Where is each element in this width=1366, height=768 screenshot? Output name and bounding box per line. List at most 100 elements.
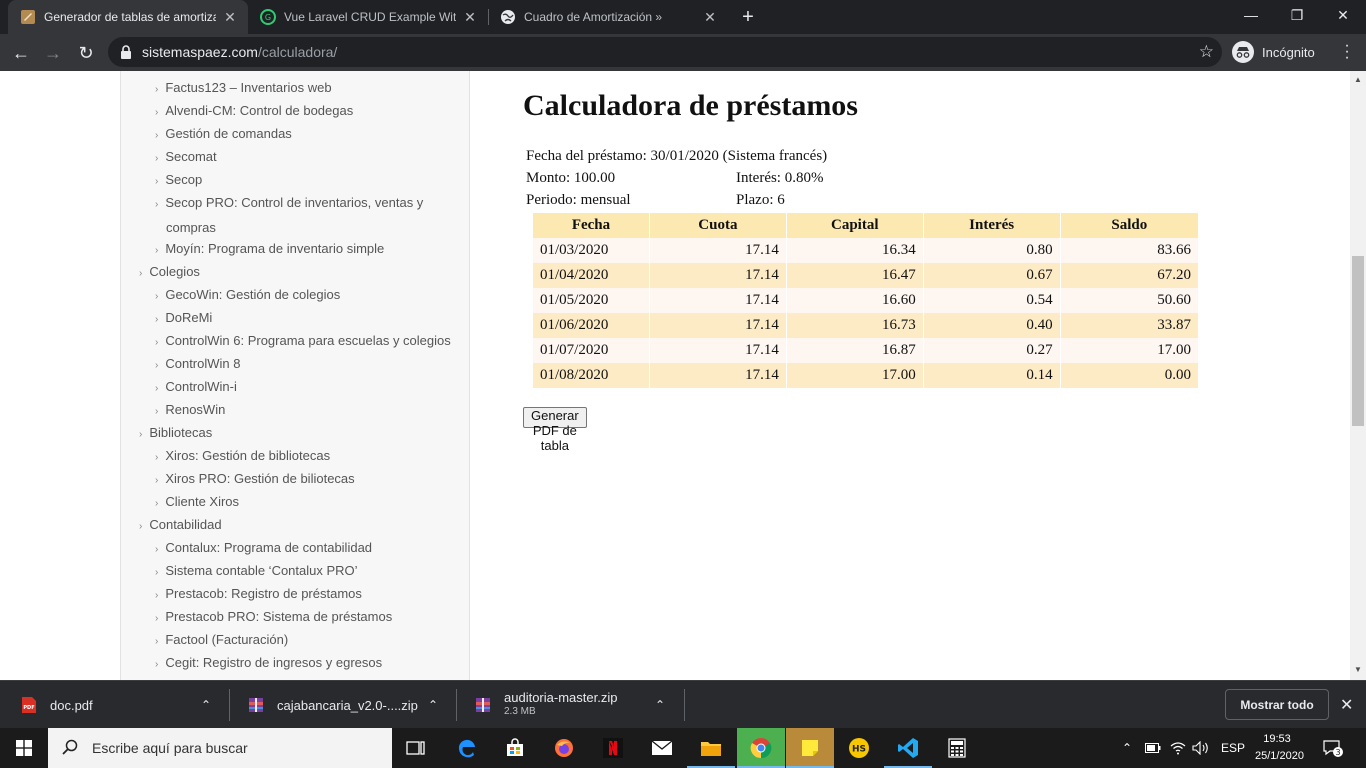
calculator-icon[interactable] — [933, 728, 981, 768]
table-cell-capital: 16.87 — [785, 338, 924, 363]
table-cell-fecha: 01/04/2020 — [532, 263, 650, 288]
sidebar-item[interactable]: › Secop PRO: Control de inventarios, vent… — [155, 191, 423, 239]
sidebar-item[interactable]: › ControlWin-i — [155, 375, 237, 400]
windows-start-icon[interactable] — [0, 728, 48, 768]
input-language[interactable]: ESP — [1221, 728, 1245, 768]
chevron-right-icon: › — [155, 498, 159, 509]
sidebar-item[interactable]: › Prestacob PRO: Sistema de préstamos — [155, 605, 392, 630]
chevron-right-icon: › — [155, 567, 159, 578]
download-item-doc-pdf[interactable]: PDF doc.pdf ⌃ — [20, 681, 220, 729]
scroll-down-arrow-icon[interactable]: ▼ — [1354, 665, 1362, 674]
address-bar[interactable]: sistemaspaez.com/calculadora/ ☆ — [108, 37, 1222, 67]
new-tab-icon[interactable]: + — [737, 6, 759, 28]
system-clock[interactable]: 19:53 25/1/2020 — [1255, 731, 1304, 765]
sidebar-item[interactable]: › Alvendi-CM: Control de bodegas — [155, 99, 353, 124]
wifi-icon[interactable] — [1170, 728, 1186, 768]
page-scrollbar[interactable]: ▲ ▼ — [1350, 71, 1366, 680]
sidebar-item-label: Cegit: Registro de ingresos y egresos — [165, 655, 383, 670]
sidebar-item[interactable]: › Xiros: Gestión de bibliotecas — [155, 444, 330, 469]
sidebar-item[interactable]: › Secop — [155, 168, 202, 193]
netflix-icon[interactable] — [589, 728, 637, 768]
chevron-right-icon: › — [139, 268, 143, 279]
sidebar-item[interactable]: › Gestión de comandas — [155, 122, 292, 147]
notification-center-icon[interactable]: 3 — [1322, 728, 1344, 768]
sidebar-item[interactable]: › Contalux: Programa de contabilidad — [155, 536, 372, 561]
file-explorer-icon[interactable] — [687, 728, 735, 768]
search-icon — [62, 739, 78, 758]
sidebar-item[interactable]: › ControlWin 8 — [155, 352, 240, 377]
sidebar-category[interactable]: › Contabilidad — [139, 513, 222, 538]
table-row: 01/08/2020 17.14 17.00 0.14 0.00 — [532, 363, 1198, 388]
download-filename: doc.pdf — [50, 697, 93, 713]
site-favicon-icon — [20, 9, 36, 25]
chevron-up-icon[interactable]: ⌃ — [655, 698, 665, 712]
hs-app-icon[interactable]: HS — [835, 728, 883, 768]
sidebar-category[interactable]: › Colegios — [139, 260, 200, 285]
sidebar-item[interactable]: › Cegit: Registro de ingresos y egresos — [155, 651, 382, 676]
sidebar-item-label: Secop PRO: Control de inventarios, venta… — [165, 195, 424, 210]
chevron-right-icon: › — [155, 659, 159, 670]
sidebar-item[interactable]: › Factool (Facturación) — [155, 628, 288, 653]
chevron-up-icon[interactable]: ⌃ — [428, 698, 438, 712]
sidebar-item[interactable]: › Factus123 – Inventarios web — [155, 76, 332, 101]
tab-strip: Generador de tablas de amortiza ✕ G Vue … — [0, 0, 1366, 34]
minimize-icon[interactable]: — — [1228, 0, 1274, 30]
table-row: 01/04/2020 17.14 16.47 0.67 67.20 — [532, 263, 1198, 288]
volume-icon[interactable] — [1192, 728, 1210, 768]
download-item-auditoria[interactable]: auditoria-master.zip 2.3 MB ⌃ — [474, 681, 674, 729]
firefox-icon[interactable] — [540, 728, 588, 768]
sidebar-item[interactable]: › DoReMi — [155, 306, 212, 331]
sidebar-item[interactable]: › Secomat — [155, 145, 217, 170]
window-close-icon[interactable]: ✕ — [1320, 0, 1366, 30]
sidebar-item[interactable]: › Moyín: Programa de inventario simple — [155, 237, 384, 262]
sidebar-category[interactable]: › Bibliotecas — [139, 421, 212, 446]
scrollbar-thumb[interactable] — [1352, 256, 1364, 426]
more-menu-icon[interactable]: · · · — [1340, 38, 1354, 66]
back-arrow-icon[interactable]: ← — [7, 39, 35, 67]
chrome-icon[interactable] — [737, 728, 785, 768]
loan-amount-info: Monto: 100.00 — [526, 170, 616, 186]
tab-generador[interactable]: Generador de tablas de amortiza ✕ — [8, 0, 248, 34]
table-cell-cuota: 17.14 — [648, 363, 787, 388]
sidebar-item[interactable]: › Xiros PRO: Gestión de biliotecas — [155, 467, 355, 492]
table-cell-capital: 16.47 — [785, 263, 924, 288]
show-hidden-icons-chevron-icon[interactable]: ⌃ — [1122, 728, 1132, 768]
forward-arrow-icon[interactable]: → — [39, 39, 67, 67]
tab-vue-laravel[interactable]: G Vue Laravel CRUD Example With ✕ — [248, 0, 488, 34]
scroll-up-arrow-icon[interactable]: ▲ — [1354, 75, 1362, 84]
vscode-icon[interactable] — [884, 728, 932, 768]
task-view-icon[interactable] — [392, 728, 440, 768]
sidebar-item-label: Moyín: Programa de inventario simple — [165, 241, 385, 256]
globe-icon — [500, 9, 516, 25]
tab-close-icon[interactable]: ✕ — [702, 9, 718, 25]
edge-browser-icon[interactable] — [443, 728, 491, 768]
svg-text:PDF: PDF — [23, 705, 34, 711]
incognito-indicator[interactable]: Incógnito — [1232, 38, 1315, 66]
store-icon[interactable] — [491, 728, 539, 768]
table-cell-cuota: 17.14 — [648, 263, 787, 288]
generate-pdf-button[interactable]: Generar PDF de tabla — [523, 407, 587, 453]
show-all-downloads-button[interactable]: Mostrar todo — [1225, 689, 1329, 720]
sidebar-item[interactable]: › GecoWin: Gestión de colegios — [155, 283, 340, 308]
sidebar-item[interactable]: › Cliente Xiros — [155, 490, 239, 515]
browser-toolbar: ← → ↻ sistemaspaez.com/calculadora/ ☆ In… — [0, 34, 1366, 71]
taskbar-search-box[interactable]: Escribe aquí para buscar — [48, 728, 392, 768]
tab-close-icon[interactable]: ✕ — [222, 9, 238, 25]
sidebar-item[interactable]: › Prestacob: Registro de préstamos — [155, 582, 362, 607]
chevron-up-icon[interactable]: ⌃ — [201, 698, 211, 712]
tab-cuadro-amortizacion[interactable]: Cuadro de Amortización » ✕ — [488, 0, 728, 34]
sidebar-item[interactable]: › RenosWin — [155, 398, 225, 423]
chevron-right-icon: › — [155, 475, 159, 486]
close-shelf-icon[interactable]: ✕ — [1340, 695, 1353, 715]
tab-close-icon[interactable]: ✕ — [462, 9, 478, 25]
restore-icon[interactable]: ❐ — [1274, 0, 1320, 30]
battery-icon[interactable] — [1145, 728, 1161, 768]
download-item-cajabancaria[interactable]: cajabancaria_v2.0-....zip ⌃ — [247, 681, 447, 729]
bookmark-star-icon[interactable]: ☆ — [1199, 42, 1214, 62]
sticky-notes-icon[interactable] — [786, 728, 834, 768]
sidebar-item-label: Secop — [165, 172, 203, 187]
sidebar-item[interactable]: › Sistema contable ‘Contalux PRO’ — [155, 559, 358, 584]
sidebar-item[interactable]: › ControlWin 6: Programa para escuelas y … — [155, 329, 451, 354]
mail-icon[interactable] — [638, 728, 686, 768]
reload-icon[interactable]: ↻ — [72, 39, 100, 67]
